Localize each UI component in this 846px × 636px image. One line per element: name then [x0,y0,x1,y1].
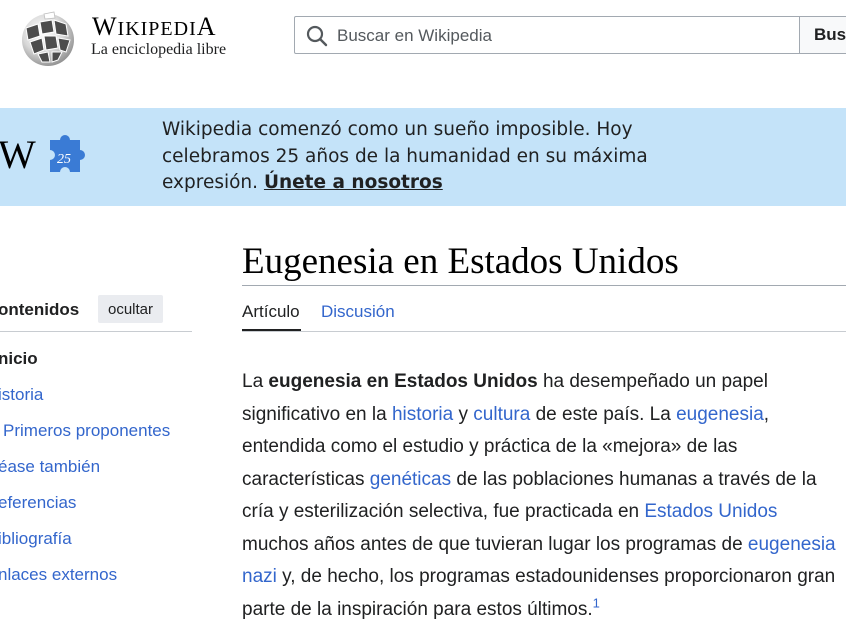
tab-discussion[interactable]: Discusión [321,302,395,322]
toc-item-inicio[interactable]: nicio [0,349,38,369]
search-icon [306,25,328,47]
toc-item-vease-tambien[interactable]: éase también [0,457,100,477]
title-divider [242,285,846,286]
article-paragraph: La eugenesia en Estados Unidos ha desemp… [242,366,838,626]
search-button[interactable]: Bus [799,16,846,54]
text-run: y [453,403,474,425]
reference-1[interactable]: 1 [593,595,600,610]
join-us-link[interactable]: Únete a nosotros [264,172,443,193]
search-input[interactable] [337,24,777,48]
toc-hide-button[interactable]: ocultar [98,295,164,323]
toc-item-historia[interactable]: istoria [0,385,43,405]
toc-item-enlaces-externos[interactable]: nlaces externos [0,565,117,585]
link-cultura[interactable]: cultura [473,404,530,425]
tabs-divider [242,331,846,332]
wordmark-final: A [196,12,217,41]
bold-term: eugenesia en Estados Unidos [268,371,538,392]
wikipedia-tagline: La enciclopedia libre [91,41,227,58]
text-run: La [242,371,269,392]
text-run: de este país. La [530,403,677,425]
wikipedia-wordmark[interactable]: WIKIPEDIA [92,12,217,42]
link-historia[interactable]: historia [392,404,453,425]
wordmark-middle: IKIPEDI [117,18,197,40]
banner-logo-letter: W [0,132,36,177]
text-run: y, de hecho, los programas estadounidens… [242,566,836,620]
link-estados-unidos[interactable]: Estados Unidos [644,501,777,522]
tab-article[interactable]: Artículo [242,302,300,322]
wikipedia-globe-logo[interactable] [14,6,82,68]
text-run: muchos años antes de que tuvieran lugar … [242,533,748,555]
wordmark-initial: W [92,12,118,41]
toc-item-referencias[interactable]: eferencias [0,493,76,513]
toc-divider [0,331,192,332]
wikipedia-25-puzzle-logo: W 25 [0,132,85,177]
link-geneticas[interactable]: genéticas [370,469,451,490]
link-eugenesia[interactable]: eugenesia [676,404,764,425]
banner-logo-number: 25 [57,152,71,167]
toc-title: ontenidos [0,300,80,319]
page-title: Eugenesia en Estados Unidos [242,241,679,282]
toc-item-bibliografia[interactable]: ibliografía [0,529,72,549]
toc-item-primeros-proponentes[interactable]: Primeros proponentes [3,421,170,441]
banner-message: Wikipedia comenzó como un sueño imposibl… [162,117,722,197]
